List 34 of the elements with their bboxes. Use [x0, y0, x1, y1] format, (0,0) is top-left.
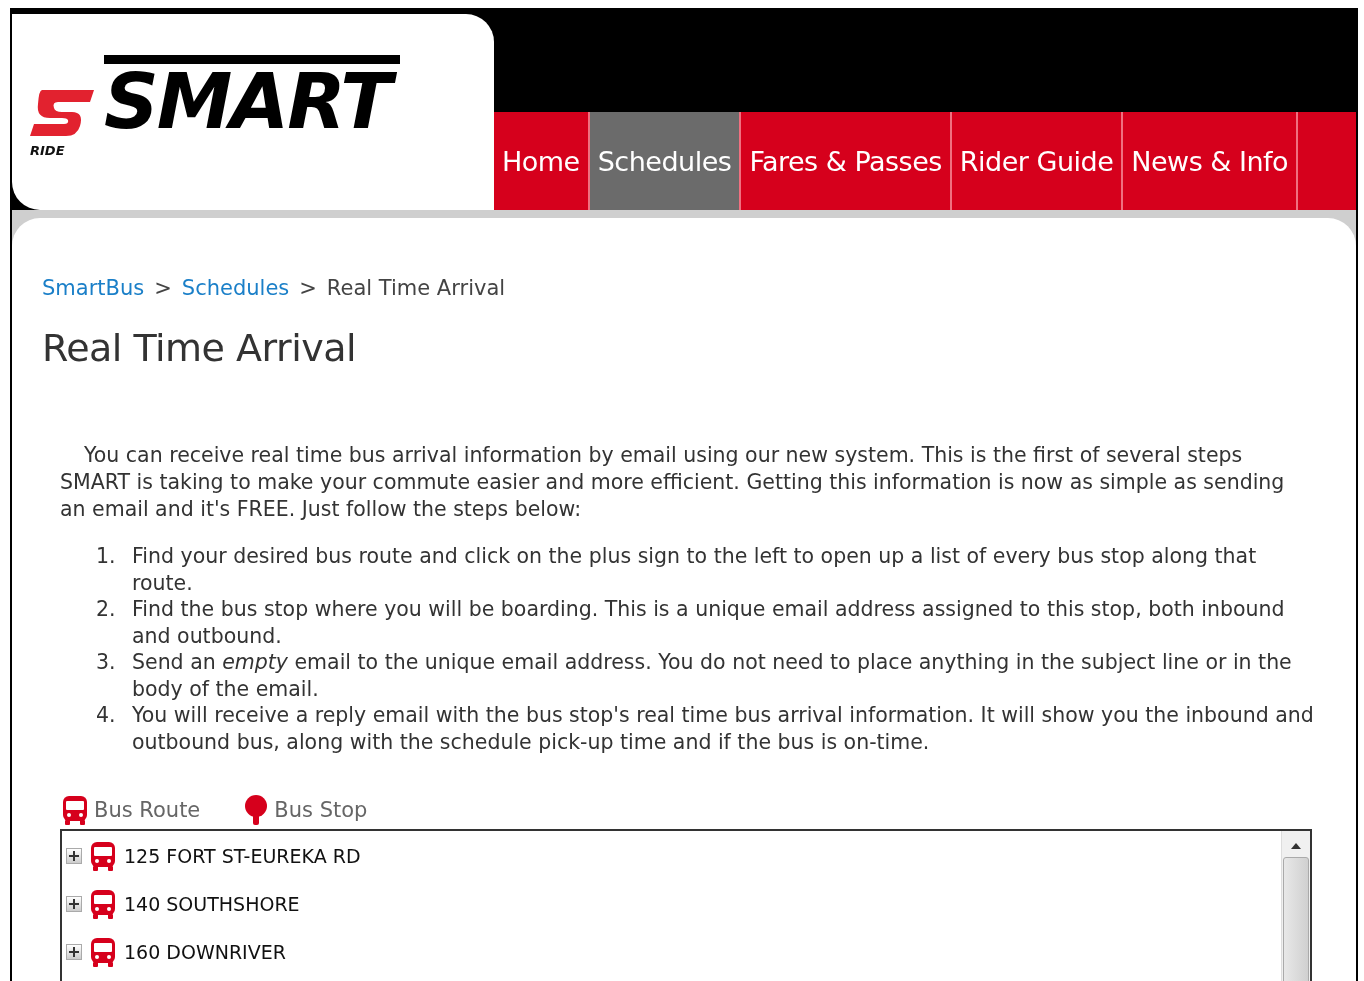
scroll-up-icon[interactable] — [1291, 843, 1301, 849]
scrollbar[interactable] — [1281, 831, 1310, 981]
legend-label: Bus Stop — [274, 798, 368, 822]
bus-icon — [90, 937, 116, 967]
step-text: Find the bus stop where you will be boarding. This is a unique email address assigned to this stop, both inbound and outbound. — [132, 596, 1286, 649]
logo-wordmark: SMART — [104, 54, 401, 140]
legend-label: Bus Route — [94, 798, 201, 822]
bus-icon — [62, 795, 88, 825]
scroll-thumb[interactable] — [1283, 857, 1309, 981]
logo-ride-text: RIDE — [30, 142, 65, 158]
page-title: Real Time Arrival — [42, 326, 358, 370]
bus-icon — [90, 841, 116, 871]
expand-toggle[interactable] — [66, 848, 82, 864]
breadcrumb-separator: > — [154, 276, 172, 300]
step-text: You will receive a reply email with the bus stop's real time bus arrival information. It will show you the inbound and outbound bus, along with the schedule pick-up time and if the bus is on-time. — [132, 702, 1315, 755]
step-text: Find your desired bus route and click on the plus sign to the left to open up a list of every bus stop along that route. — [132, 543, 1258, 596]
step-text: Send an empty email to the unique email address. You do not need to place anything in the subject line or in the body of the email. — [132, 649, 1293, 702]
step-number: 4. — [96, 702, 117, 729]
step-number: 1. — [96, 543, 117, 570]
route-item[interactable]: 160 DOWNRIVER — [124, 941, 286, 963]
pin-icon — [244, 795, 269, 825]
breadcrumb-current: Real Time Arrival — [326, 276, 506, 300]
expand-toggle[interactable] — [66, 896, 82, 912]
bus-icon — [90, 889, 116, 919]
step-number: 3. — [96, 649, 117, 676]
breadcrumb-link[interactable]: Schedules — [181, 276, 290, 300]
intro-paragraph: You can receive real time bus arrival information by email using our new system. This is the first of several steps SMART is taking to make your commute easier and more efficient. Getting this information is now as simple as sending an email and it's FREE. Just follow the steps below: — [60, 442, 1286, 523]
breadcrumb-link[interactable]: SmartBus — [42, 276, 145, 300]
step-number: 2. — [96, 596, 117, 623]
breadcrumb-separator: > — [299, 276, 317, 300]
route-item[interactable]: 125 FORT ST-EUREKA RD — [124, 845, 361, 867]
nav-tab[interactable]: Schedules — [589, 112, 742, 210]
route-item[interactable]: 140 SOUTHSHORE — [124, 893, 300, 915]
expand-toggle[interactable] — [66, 944, 82, 960]
